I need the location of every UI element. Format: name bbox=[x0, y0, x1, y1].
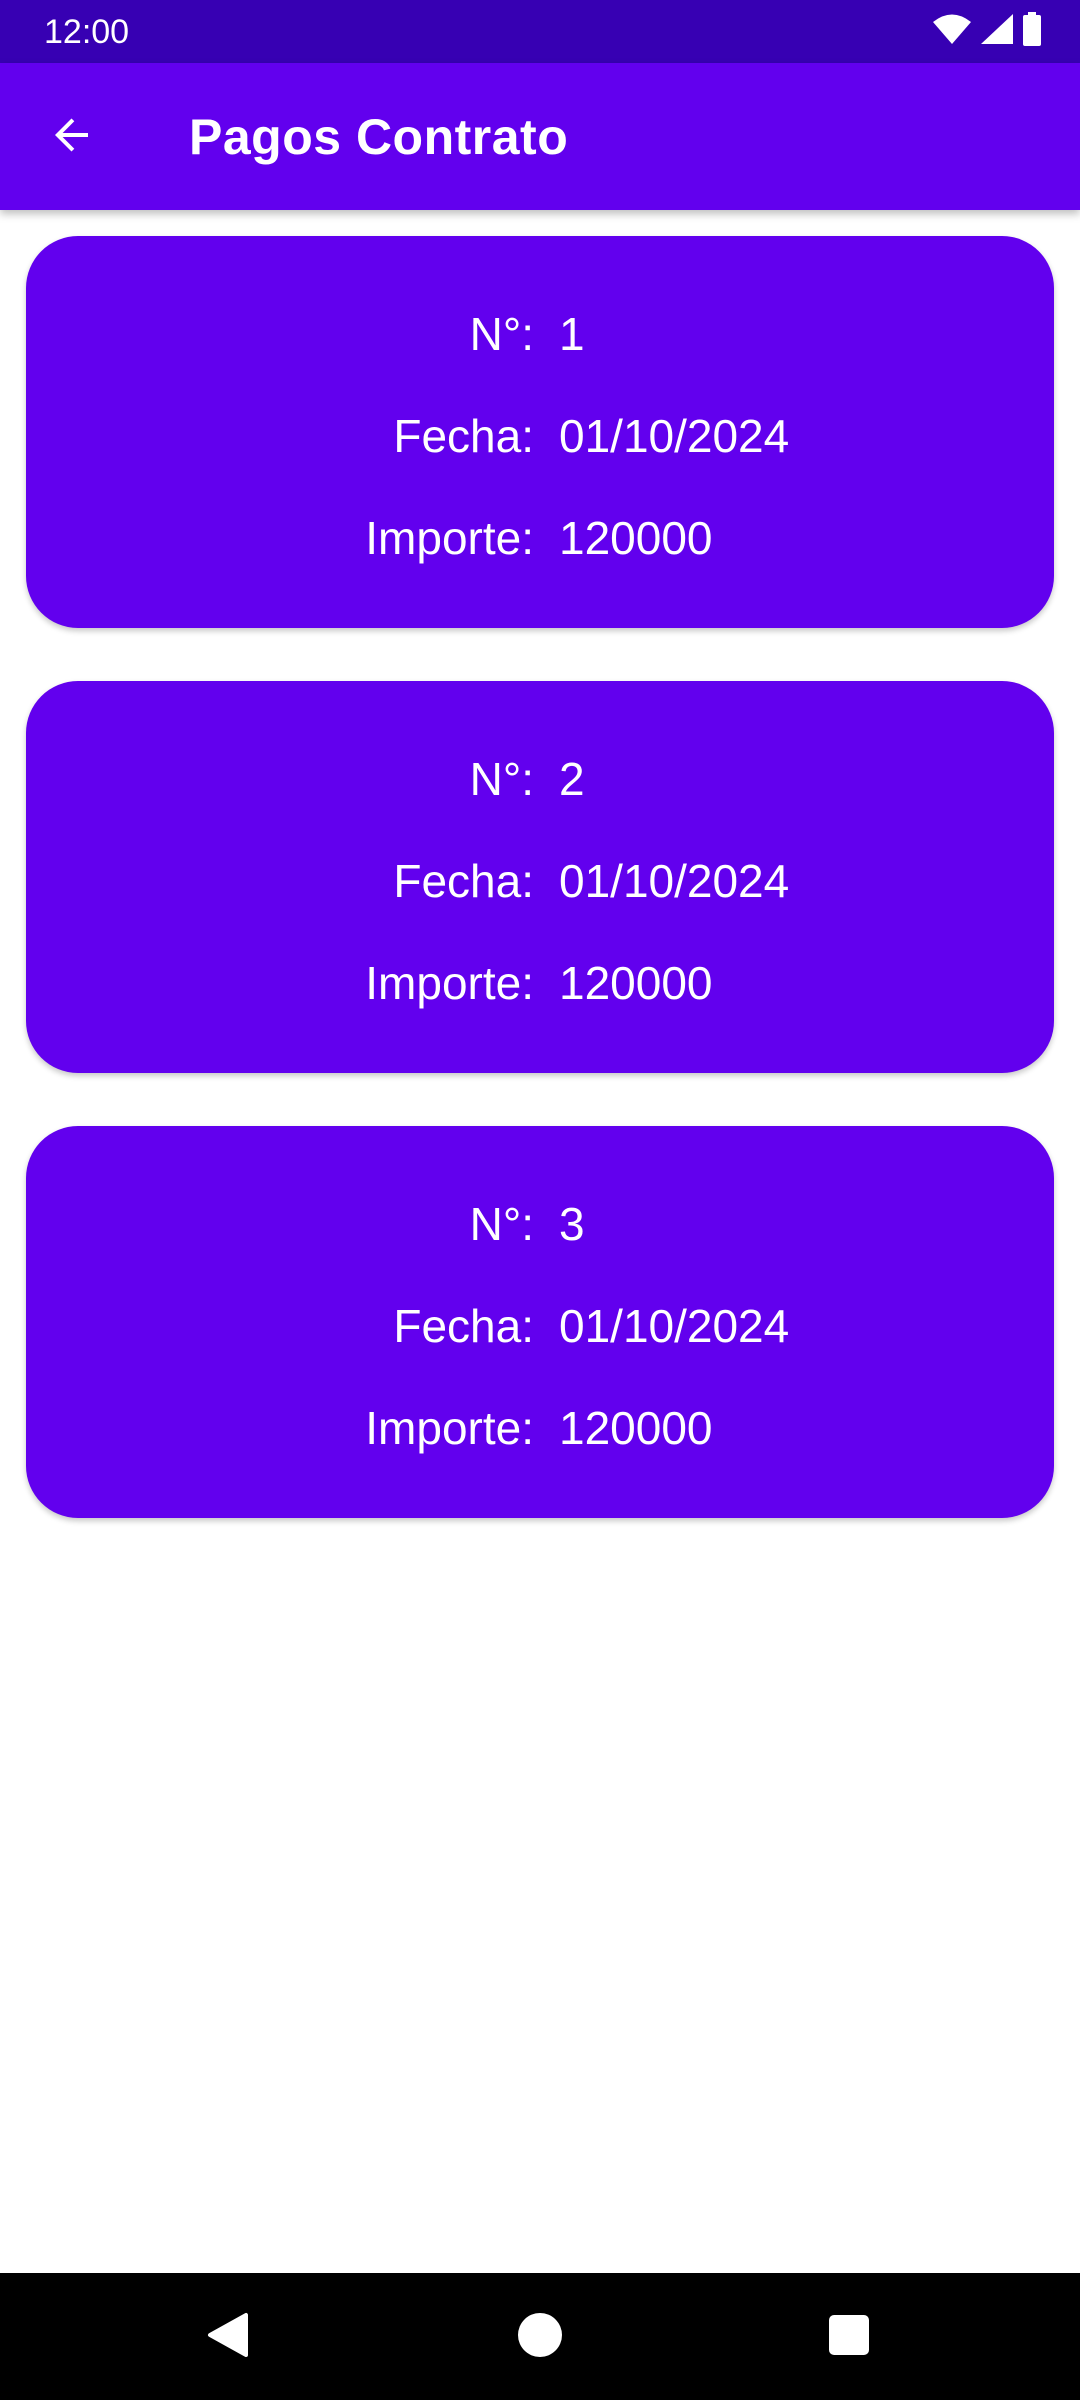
status-time: 12:00 bbox=[44, 13, 130, 51]
payment-number-label: N°: bbox=[469, 753, 534, 805]
signal-icon bbox=[980, 13, 1014, 50]
page-title: Pagos Contrato bbox=[189, 109, 569, 165]
payment-amount-label: Importe: bbox=[365, 1402, 534, 1454]
payment-card[interactable]: N°: 3 Fecha: 01/10/2024 Importe: 120000 bbox=[26, 1126, 1054, 1518]
nav-back-icon bbox=[206, 2311, 250, 2364]
payment-number-value: 3 bbox=[559, 1198, 585, 1250]
payment-amount-value: 120000 bbox=[559, 1402, 713, 1454]
payment-amount-value: 120000 bbox=[559, 957, 713, 1009]
navigation-bar bbox=[0, 2273, 1080, 2400]
payments-list: N°: 1 Fecha: 01/10/2024 Importe: 120000 … bbox=[26, 236, 1054, 1571]
payment-amount-row: Importe: 120000 bbox=[26, 953, 1054, 1013]
arrow-back-icon bbox=[48, 111, 96, 164]
payment-amount-label: Importe: bbox=[365, 512, 534, 564]
battery-icon bbox=[1022, 11, 1042, 51]
status-bar: 12:00 bbox=[0, 0, 1080, 63]
payment-date-label: Fecha: bbox=[393, 410, 534, 462]
payment-date-label: Fecha: bbox=[393, 1300, 534, 1352]
nav-home-icon bbox=[517, 2312, 563, 2363]
payment-number-label: N°: bbox=[469, 1198, 534, 1250]
app-bar: Pagos Contrato bbox=[0, 63, 1080, 210]
payment-date-row: Fecha: 01/10/2024 bbox=[26, 1296, 1054, 1356]
nav-home-button[interactable] bbox=[500, 2297, 580, 2377]
payment-date-value: 01/10/2024 bbox=[559, 855, 790, 907]
payment-number-label: N°: bbox=[469, 308, 534, 360]
wifi-icon bbox=[932, 13, 972, 50]
payment-number-row: N°: 3 bbox=[26, 1194, 1054, 1254]
payment-amount-value: 120000 bbox=[559, 512, 713, 564]
payment-amount-row: Importe: 120000 bbox=[26, 1398, 1054, 1458]
payment-number-row: N°: 2 bbox=[26, 749, 1054, 809]
payment-card[interactable]: N°: 2 Fecha: 01/10/2024 Importe: 120000 bbox=[26, 681, 1054, 1073]
back-button[interactable] bbox=[24, 95, 120, 179]
payment-date-row: Fecha: 01/10/2024 bbox=[26, 406, 1054, 466]
payment-date-value: 01/10/2024 bbox=[559, 1300, 790, 1352]
payment-date-row: Fecha: 01/10/2024 bbox=[26, 851, 1054, 911]
payment-date-value: 01/10/2024 bbox=[559, 410, 790, 462]
payment-amount-label: Importe: bbox=[365, 957, 534, 1009]
payment-amount-row: Importe: 120000 bbox=[26, 508, 1054, 568]
payment-number-value: 1 bbox=[559, 308, 585, 360]
payment-number-value: 2 bbox=[559, 753, 585, 805]
payment-card[interactable]: N°: 1 Fecha: 01/10/2024 Importe: 120000 bbox=[26, 236, 1054, 628]
payment-date-label: Fecha: bbox=[393, 855, 534, 907]
nav-back-button[interactable] bbox=[188, 2297, 268, 2377]
status-icons bbox=[932, 11, 1042, 51]
nav-recents-icon bbox=[828, 2314, 870, 2361]
nav-recents-button[interactable] bbox=[809, 2297, 889, 2377]
payment-number-row: N°: 1 bbox=[26, 304, 1054, 364]
